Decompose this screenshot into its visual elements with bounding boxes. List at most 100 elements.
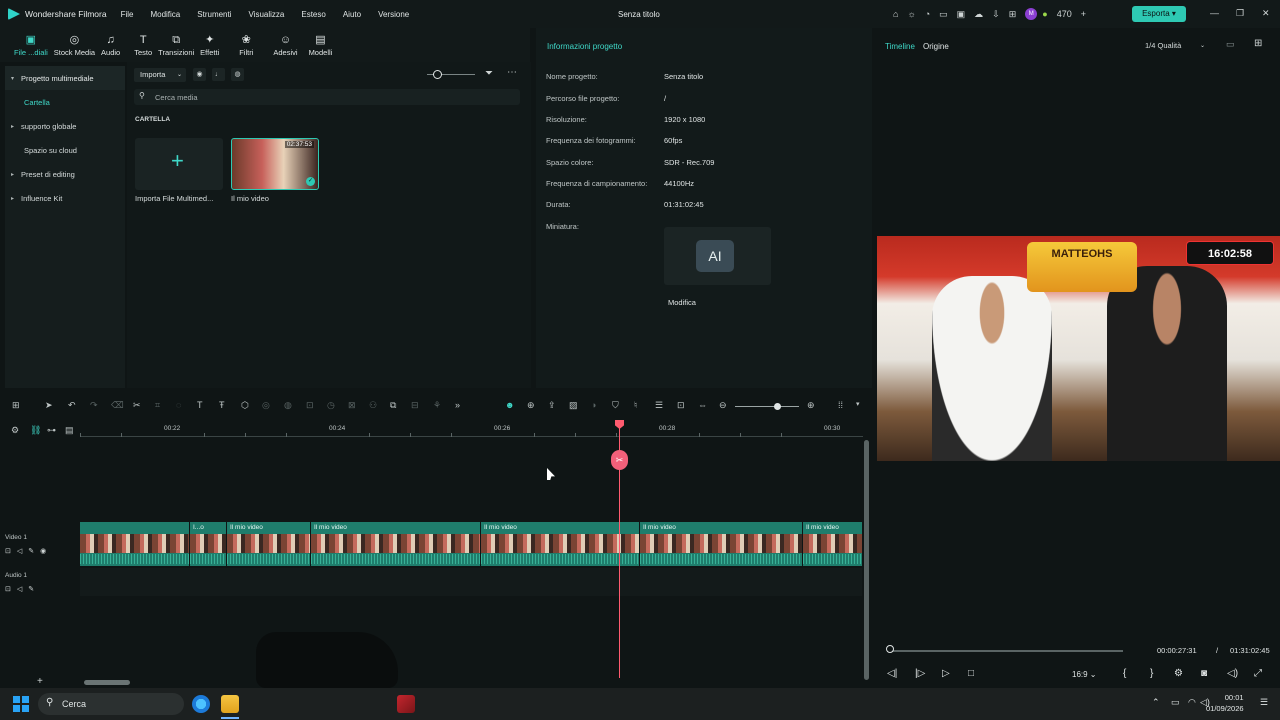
user-avatar[interactable]: M xyxy=(1025,8,1038,20)
audio-track[interactable] xyxy=(80,568,862,596)
camera-icon[interactable]: ◙ xyxy=(1201,668,1207,679)
shield-icon[interactable]: ⛉ xyxy=(612,400,619,411)
split-icon[interactable]: ✂ xyxy=(133,400,141,411)
edge-app-icon[interactable] xyxy=(192,695,210,713)
previous-frame-icon[interactable]: ◁| xyxy=(887,668,897,679)
layout-icon[interactable]: ▭ xyxy=(939,9,948,20)
minimize-icon[interactable]: — xyxy=(1210,8,1219,18)
detach-icon[interactable]: ⊟ xyxy=(411,400,419,411)
timeline-clip[interactable]: Il mio video xyxy=(802,522,862,566)
menu-strumenti[interactable]: Strumenti xyxy=(197,10,231,19)
export-clip-icon[interactable]: ⇪ xyxy=(548,400,556,411)
timeline-clip[interactable]: Il mio video xyxy=(639,522,802,566)
edit-thumbnail-button[interactable]: Modifica xyxy=(668,298,696,307)
sidebar-item-editing-presets[interactable]: ▸ Preset di editing xyxy=(5,162,125,186)
sidebar-item-project-media[interactable]: ▾ Progetto multimediale xyxy=(5,66,125,90)
fit-icon[interactable]: ⇔ xyxy=(698,400,707,410)
crop-icon[interactable]: ⌗ xyxy=(155,400,160,411)
tool-effects[interactable]: ✦ Effetti xyxy=(197,28,222,62)
gift-icon[interactable]: ⌂ xyxy=(893,9,898,19)
file-explorer-icon[interactable] xyxy=(221,695,239,713)
sidebar-item-global-support[interactable]: ▸ supporto globale xyxy=(5,114,125,138)
notifications-icon[interactable]: ☰ xyxy=(1260,697,1268,708)
mask-icon[interactable]: ◎ xyxy=(262,400,270,411)
marker-icon[interactable]: ⊶ xyxy=(47,425,56,436)
speed-icon[interactable]: ◌ xyxy=(176,400,181,410)
next-frame-icon[interactable]: |▷ xyxy=(915,668,925,679)
export-button[interactable]: Esporta ▾ xyxy=(1132,6,1186,22)
redo-icon[interactable]: ↷ xyxy=(90,400,98,411)
microphone-icon[interactable]: ♮ xyxy=(634,400,637,411)
filter-icon[interactable]: ⏷ xyxy=(485,68,493,79)
timeline-clip[interactable] xyxy=(80,522,189,566)
volume-icon[interactable]: ◁ xyxy=(17,586,28,593)
more-tools-icon[interactable]: » xyxy=(455,400,460,410)
volume-icon[interactable]: ◁ xyxy=(17,548,28,555)
timeline-vertical-scrollbar[interactable] xyxy=(864,440,869,680)
add-credits-icon[interactable]: + xyxy=(1081,9,1086,19)
stop-icon[interactable]: □ xyxy=(968,668,974,679)
render-settings-icon[interactable]: ⚙ xyxy=(1174,668,1183,679)
zoom-in-icon[interactable]: ⊕ xyxy=(807,400,815,411)
microphone-icon[interactable]: ♩ xyxy=(212,68,225,81)
menu-modifica[interactable]: Modifica xyxy=(150,10,180,19)
tool-media[interactable]: ▣ File ...diali xyxy=(11,28,51,62)
stabilize-icon[interactable]: ◍ xyxy=(284,400,292,411)
timer-icon[interactable]: ◷ xyxy=(327,400,335,411)
record-icon[interactable]: ◉ xyxy=(193,68,206,81)
sidebar-item-folder[interactable]: Cartella xyxy=(5,90,125,114)
lock-icon[interactable]: ⊡ xyxy=(5,586,17,593)
timeline-clip[interactable]: I...o xyxy=(189,522,226,566)
add-track-icon[interactable]: ▤ xyxy=(65,425,74,436)
beat-icon[interactable]: ◑ xyxy=(591,400,596,410)
cloud-icon[interactable]: ☁ xyxy=(974,9,983,20)
lightbulb-icon[interactable]: ☼ xyxy=(907,9,915,19)
eye-icon[interactable]: ◉ xyxy=(40,548,52,555)
mark-out-icon[interactable]: } xyxy=(1150,668,1153,679)
zoom-out-icon[interactable]: ⊖ xyxy=(719,400,727,411)
mark-in-icon[interactable]: { xyxy=(1123,668,1126,679)
more-icon[interactable]: ⋯ xyxy=(507,67,517,78)
timeline-clip[interactable]: Il mio video xyxy=(480,522,639,566)
select-tool-icon[interactable]: ➤ xyxy=(45,400,53,411)
tool-transitions[interactable]: ⧉ Transizioni xyxy=(155,28,197,62)
timeline-ruler[interactable]: 00:22 00:24 00:26 00:28 00:30 xyxy=(80,421,863,437)
sidebar-item-influence-kit[interactable]: ▸ Influence Kit xyxy=(5,186,125,210)
tray-chevron-icon[interactable]: ⌃ xyxy=(1152,697,1160,708)
freeze-icon[interactable]: ⊡ xyxy=(306,400,314,411)
zoom-slider-handle[interactable] xyxy=(774,403,781,410)
menu-versione[interactable]: Versione xyxy=(378,10,409,19)
menu-visualizza[interactable]: Visualizza xyxy=(249,10,285,19)
grid-icon[interactable]: ⊞ xyxy=(12,400,20,411)
motion-icon[interactable]: ⚇ xyxy=(369,400,377,411)
image-icon[interactable]: ▨ xyxy=(569,400,578,411)
video-thumbnail[interactable]: 02:37:53 ✓ xyxy=(231,138,319,190)
timeline-horizontal-scrollbar[interactable] xyxy=(84,680,130,685)
media-search-input[interactable]: ⚲ Cerca media xyxy=(134,89,520,105)
windows-start-icon[interactable] xyxy=(13,696,29,712)
scissor-icon[interactable]: ✂ xyxy=(611,450,628,470)
tool-filters[interactable]: ❀ Filtri xyxy=(236,28,256,62)
tab-timeline[interactable]: Timeline xyxy=(885,42,915,51)
video-preview[interactable]: MATTEOHS 16:02:58 xyxy=(877,236,1280,461)
support-icon[interactable]: ◔ xyxy=(925,9,930,19)
apps-icon[interactable]: ⊞ xyxy=(1009,9,1017,20)
timeline-clip[interactable]: Il mio video xyxy=(226,522,310,566)
lock-icon[interactable]: ⊡ xyxy=(5,548,17,555)
thumbnail-box[interactable]: AI xyxy=(664,227,771,285)
layout-icon[interactable]: ⊞ xyxy=(1254,38,1262,49)
mute-icon[interactable]: ✎ xyxy=(28,586,40,593)
tool-stock-media[interactable]: ◎ Stock Media xyxy=(51,28,98,62)
timeline-zoom-slider[interactable] xyxy=(735,406,799,407)
menu-file[interactable]: File xyxy=(121,10,134,19)
quality-dropdown[interactable]: 1/4 Qualità ⌄ xyxy=(1141,39,1209,53)
text-tool-icon[interactable]: T xyxy=(197,400,203,410)
maximize-icon[interactable]: ❐ xyxy=(1236,8,1244,19)
sidebar-item-cloud[interactable]: Spazio su cloud xyxy=(5,138,125,162)
taskbar-search[interactable]: ⚲ Cerca xyxy=(38,693,184,715)
timeline-clip[interactable]: Il mio video xyxy=(310,522,480,566)
seek-handle[interactable] xyxy=(886,645,894,653)
save-icon[interactable]: ▣ xyxy=(957,9,966,20)
menu-esteso[interactable]: Esteso xyxy=(301,10,325,19)
snapshot-icon[interactable]: ▭ xyxy=(1226,39,1235,50)
